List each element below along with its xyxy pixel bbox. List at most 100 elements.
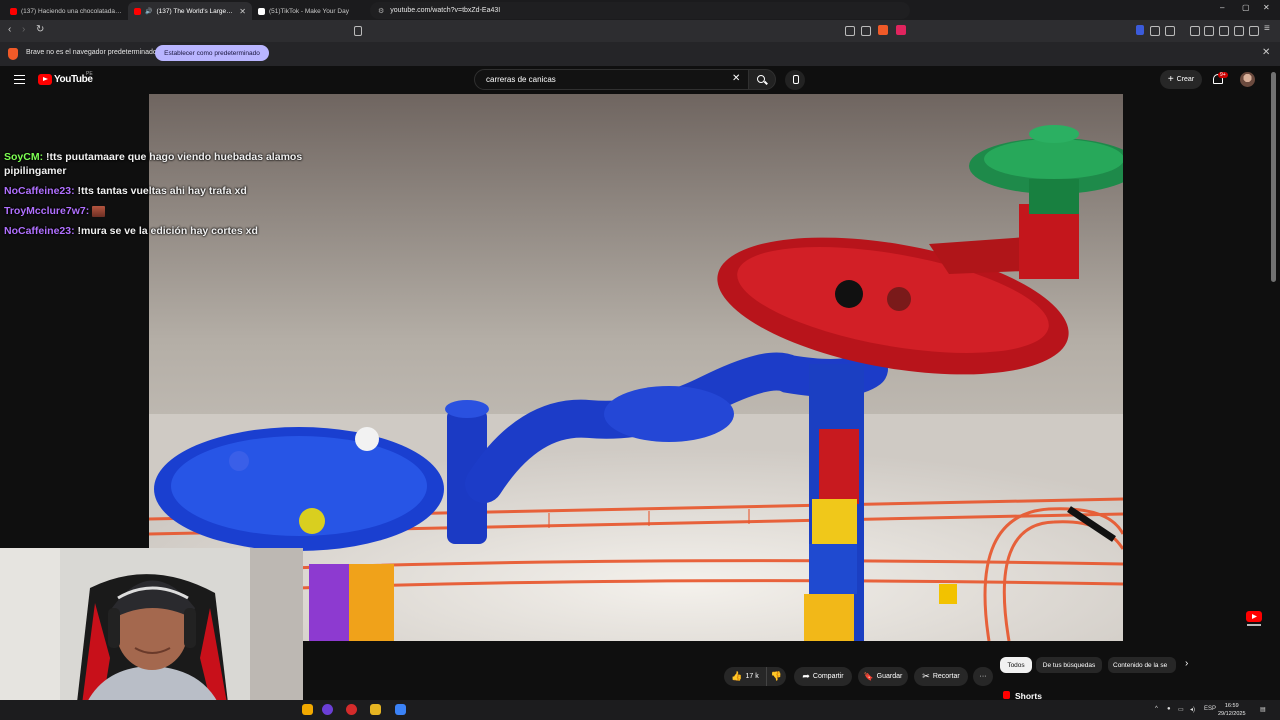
tab-title: (137) The World's Largest marble bbox=[156, 7, 235, 15]
save-label: Guardar bbox=[876, 673, 903, 680]
youtube-logo-icon[interactable] bbox=[38, 74, 52, 85]
vpn-icon[interactable] bbox=[1249, 26, 1259, 36]
wallet-icon[interactable] bbox=[1165, 26, 1175, 36]
chat-message: NoCaffeine23: !mura se ve la edición hay… bbox=[4, 224, 314, 238]
browser-toolbar bbox=[0, 20, 1280, 42]
screen-cast-icon[interactable] bbox=[845, 26, 855, 36]
more-actions-button[interactable]: ··· bbox=[973, 667, 993, 686]
taskbar-clock[interactable]: 16:59 29/12/2025 bbox=[1218, 702, 1246, 718]
bookmark-save-icon: 🔖 bbox=[863, 672, 874, 681]
address-bar[interactable]: ⚙ youtube.com/watch?v=tbxZd-Ea43I bbox=[370, 2, 910, 19]
bookmark-icon[interactable] bbox=[354, 26, 362, 36]
browser-tab[interactable]: (137) Haciendo una chocolatada para bbox=[4, 2, 128, 20]
webcam-frame bbox=[0, 548, 303, 720]
back-button[interactable]: ‹ bbox=[8, 24, 11, 35]
dislike-button[interactable]: 👎 bbox=[766, 667, 786, 686]
infobar-close-icon[interactable]: ✕ bbox=[1262, 47, 1270, 58]
media-icon[interactable] bbox=[1190, 26, 1200, 36]
webcam-overlay bbox=[0, 548, 303, 720]
leo-icon[interactable] bbox=[1136, 25, 1144, 35]
infobar-message: Brave no es el navegador predeterminado bbox=[26, 49, 157, 56]
clip-button[interactable]: ✂ Recortar bbox=[914, 667, 968, 686]
tab-title: (137) Haciendo una chocolatada para bbox=[21, 7, 122, 15]
chat-text: !tts puutamaare que hago viendo huebadas… bbox=[4, 151, 303, 177]
shorts-logo-icon bbox=[1003, 691, 1010, 699]
chat-username: NoCaffeine23: bbox=[4, 185, 75, 197]
maximize-button[interactable]: ▢ bbox=[1242, 3, 1250, 12]
tab-title: (51)TikTok - Make Your Day bbox=[269, 7, 349, 15]
like-button[interactable]: 👍 17 k bbox=[724, 667, 766, 686]
create-label: Crear bbox=[1176, 76, 1195, 83]
notification-count-badge: 9+ bbox=[1218, 72, 1228, 78]
youtube-favicon-icon bbox=[10, 7, 17, 15]
scissors-icon: ✂ bbox=[922, 671, 930, 681]
brave-rewards-icon[interactable] bbox=[896, 25, 906, 35]
chat-username: SoyCM: bbox=[4, 151, 44, 163]
tray-chevron-icon[interactable]: ^ bbox=[1155, 706, 1158, 712]
reload-button[interactable]: ↻ bbox=[36, 24, 44, 35]
like-count: 17 k bbox=[745, 673, 759, 680]
thumbs-down-icon: 👎 bbox=[770, 671, 783, 681]
chip-todos[interactable]: Todos bbox=[1000, 657, 1032, 673]
volume-tray-icon[interactable]: ◂) bbox=[1190, 706, 1195, 713]
microphone-icon[interactable] bbox=[785, 70, 805, 90]
microphone-tray-icon[interactable]: ● bbox=[1167, 706, 1171, 712]
close-window-button[interactable]: ✕ bbox=[1263, 3, 1270, 12]
share-arrow-icon: ➦ bbox=[802, 671, 810, 681]
notifications-tray-icon[interactable]: ▤ bbox=[1260, 706, 1266, 713]
chip-contenido[interactable]: Contenido de la se bbox=[1108, 657, 1176, 673]
more-icon: ··· bbox=[979, 673, 987, 680]
save-button[interactable]: 🔖 Guardar bbox=[858, 667, 908, 686]
chat-text: !tts tantas vueltas ahi hay trafa xd bbox=[77, 185, 247, 197]
share-button[interactable]: ➦ Compartir bbox=[794, 667, 852, 686]
browser-tab-active[interactable]: 🔊 (137) The World's Largest marble ✕ bbox=[128, 2, 252, 20]
chips-next-icon[interactable]: › bbox=[1185, 658, 1188, 669]
chat-overlay: SoyCM: !tts puutamaare que hago viendo h… bbox=[4, 150, 314, 244]
minimize-button[interactable]: – bbox=[1220, 3, 1224, 12]
tiktok-favicon-icon bbox=[258, 7, 265, 15]
avatar[interactable] bbox=[1240, 72, 1255, 87]
chat-username: TroyMcclure7w7: bbox=[4, 205, 90, 217]
calculator-taskbar-icon[interactable] bbox=[395, 704, 406, 715]
page-scrollbar[interactable] bbox=[1271, 72, 1276, 282]
file-explorer-taskbar-icon[interactable] bbox=[370, 704, 381, 715]
tab-close-icon[interactable]: ✕ bbox=[239, 7, 246, 16]
hamburger-menu-icon[interactable] bbox=[14, 75, 25, 84]
thumbs-up-icon: 👍 bbox=[731, 671, 743, 681]
browser-tab[interactable]: (51)TikTok - Make Your Day bbox=[252, 2, 376, 20]
search-clear-icon[interactable]: ✕ bbox=[732, 73, 740, 84]
forward-button[interactable]: › bbox=[22, 24, 25, 35]
url-text: youtube.com/watch?v=tbxZd-Ea43I bbox=[390, 7, 501, 14]
clock-time: 16:59 bbox=[1224, 703, 1239, 709]
language-indicator[interactable]: ESP bbox=[1204, 706, 1216, 712]
chat-message: NoCaffeine23: !tts tantas vueltas ahi ha… bbox=[4, 184, 314, 198]
clock-date: 29/12/2025 bbox=[1218, 711, 1246, 717]
discord-taskbar-icon[interactable] bbox=[322, 704, 333, 715]
brave-shields-icon[interactable] bbox=[878, 25, 888, 35]
chrome-taskbar-icon[interactable] bbox=[302, 704, 313, 715]
chat-message: SoyCM: !tts puutamaare que hago viendo h… bbox=[4, 150, 314, 178]
downloads-icon[interactable] bbox=[1234, 26, 1244, 36]
youtube-favicon-icon bbox=[134, 7, 141, 15]
network-tray-icon[interactable]: ▭ bbox=[1178, 706, 1184, 713]
set-default-button[interactable]: Establecer como predeterminado bbox=[155, 45, 269, 61]
site-info-icon[interactable]: ⚙ bbox=[378, 7, 384, 15]
extensions-icon[interactable] bbox=[1150, 26, 1160, 36]
obs-taskbar-icon[interactable] bbox=[346, 704, 357, 715]
country-code: PE bbox=[86, 71, 93, 77]
chat-text: !mura se ve la edición hay cortes xd bbox=[77, 225, 258, 237]
plus-icon: + bbox=[1167, 74, 1174, 85]
menu-icon[interactable]: ≡ bbox=[1264, 23, 1270, 34]
brave-logo-icon bbox=[8, 48, 18, 60]
chat-emote-icon bbox=[92, 205, 106, 217]
sidebar-icon[interactable] bbox=[1204, 26, 1214, 36]
speaker-icon: 🔊 bbox=[145, 8, 153, 15]
tabs-icon[interactable] bbox=[1219, 26, 1229, 36]
search-icon[interactable] bbox=[757, 75, 765, 83]
share-icon[interactable] bbox=[861, 26, 871, 36]
search-query[interactable]: carreras de canicas bbox=[486, 75, 556, 84]
subscribe-watermark-icon[interactable] bbox=[1244, 609, 1264, 629]
chip-de-tus-busquedas[interactable]: De tus búsquedas bbox=[1036, 657, 1102, 673]
create-button[interactable]: + Crear bbox=[1160, 70, 1202, 89]
share-label: Compartir bbox=[812, 673, 844, 680]
